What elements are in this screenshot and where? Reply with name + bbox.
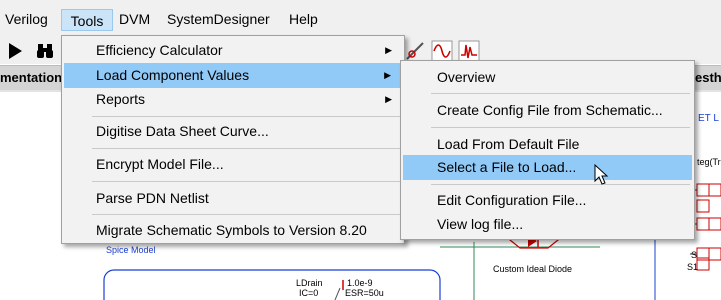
menu-item-label: Load Component Values bbox=[96, 67, 250, 83]
menu-item-migrate-schematic-symbols[interactable]: Migrate Schematic Symbols to Version 8.2… bbox=[64, 218, 402, 242]
menu-bar: Verilog Tools DVM SystemDesigner Help bbox=[0, 0, 721, 36]
menu-separator bbox=[92, 116, 400, 117]
menu-separator bbox=[431, 127, 690, 128]
submenu-item-view-log-file[interactable]: View log file... bbox=[403, 212, 692, 236]
menu-separator bbox=[92, 181, 400, 182]
tab-documentation[interactable]: mentation bbox=[0, 66, 62, 90]
s1-label: S1 bbox=[687, 262, 699, 272]
submenu-item-label: View log file... bbox=[437, 216, 524, 232]
ldrain-label: LDrain bbox=[296, 278, 323, 288]
submenu-item-select-file-to-load[interactable]: Select a File to Load... bbox=[403, 155, 692, 180]
menu-item-efficiency-calculator[interactable]: Efficiency Calculator ▶ bbox=[64, 38, 402, 62]
s-label: S bbox=[691, 250, 698, 260]
menu-separator bbox=[92, 148, 400, 149]
menu-systemdesigner[interactable]: SystemDesigner bbox=[163, 8, 274, 30]
menu-item-label: Efficiency Calculator bbox=[96, 42, 223, 58]
menu-item-digitise-data-sheet-curve[interactable]: Digitise Data Sheet Curve... bbox=[64, 119, 402, 143]
menu-item-label: Digitise Data Sheet Curve... bbox=[96, 123, 269, 139]
right-text-top: ET L bbox=[698, 113, 719, 124]
submenu-item-label: Create Config File from Schematic... bbox=[437, 102, 663, 118]
mouse-cursor-icon bbox=[594, 163, 610, 186]
submenu-item-label: Overview bbox=[437, 69, 496, 85]
menu-item-label: Encrypt Model File... bbox=[96, 156, 224, 172]
chevron-right-icon: ▶ bbox=[384, 70, 391, 80]
menu-item-label: Reports bbox=[96, 91, 146, 107]
menu-item-reports[interactable]: Reports ▶ bbox=[64, 87, 402, 111]
menu-separator bbox=[92, 214, 400, 215]
menu-item-load-component-values[interactable]: Load Component Values ▶ bbox=[64, 63, 402, 88]
run-icon[interactable] bbox=[4, 40, 26, 62]
submenu-item-create-config-file[interactable]: Create Config File from Schematic... bbox=[403, 98, 692, 122]
probe-icon[interactable] bbox=[404, 40, 426, 62]
menu-verilog[interactable]: Verilog bbox=[1, 8, 52, 30]
ic-label: IC=0 bbox=[299, 288, 319, 298]
pulse-wave-icon[interactable] bbox=[458, 40, 480, 62]
tab-testbench[interactable]: esth bbox=[692, 66, 721, 90]
menu-item-encrypt-model-file[interactable]: Encrypt Model File... bbox=[64, 152, 402, 176]
submenu-item-load-from-default-file[interactable]: Load From Default File bbox=[403, 132, 692, 156]
submenu-item-edit-configuration-file[interactable]: Edit Configuration File... bbox=[403, 188, 692, 212]
menu-tools[interactable]: Tools bbox=[61, 9, 113, 31]
cap-value-label: 1.0e-9 bbox=[347, 278, 373, 288]
menu-item-label: Migrate Schematic Symbols to Version 8.2… bbox=[96, 222, 367, 238]
menu-separator bbox=[431, 184, 690, 185]
menu-item-label: Parse PDN Netlist bbox=[96, 190, 209, 206]
spice-model-label: Spice Model bbox=[106, 245, 156, 255]
binoculars-icon[interactable] bbox=[34, 40, 56, 62]
submenu-item-label: Load From Default File bbox=[437, 136, 580, 152]
submenu-item-label: Select a File to Load... bbox=[437, 159, 577, 175]
submenu-item-label: Edit Configuration File... bbox=[437, 192, 587, 208]
menu-dvm[interactable]: DVM bbox=[115, 8, 154, 30]
chevron-right-icon: ▶ bbox=[385, 45, 392, 55]
diode-label: Custom Ideal Diode bbox=[493, 264, 573, 274]
chevron-right-icon: ▶ bbox=[385, 94, 392, 104]
sine-wave-icon[interactable] bbox=[431, 40, 453, 62]
esr-label: ESR=50u bbox=[345, 288, 384, 298]
tools-menu: Efficiency Calculator ▶ Load Component V… bbox=[61, 35, 405, 244]
submenu-item-overview[interactable]: Overview bbox=[403, 65, 692, 89]
menu-separator bbox=[431, 93, 690, 94]
menu-item-parse-pdn-netlist[interactable]: Parse PDN Netlist bbox=[64, 186, 402, 210]
load-component-values-submenu: Overview Create Config File from Schemat… bbox=[400, 60, 695, 240]
right-text-mid: teg(Tr bbox=[697, 157, 721, 167]
menu-help[interactable]: Help bbox=[285, 8, 322, 30]
